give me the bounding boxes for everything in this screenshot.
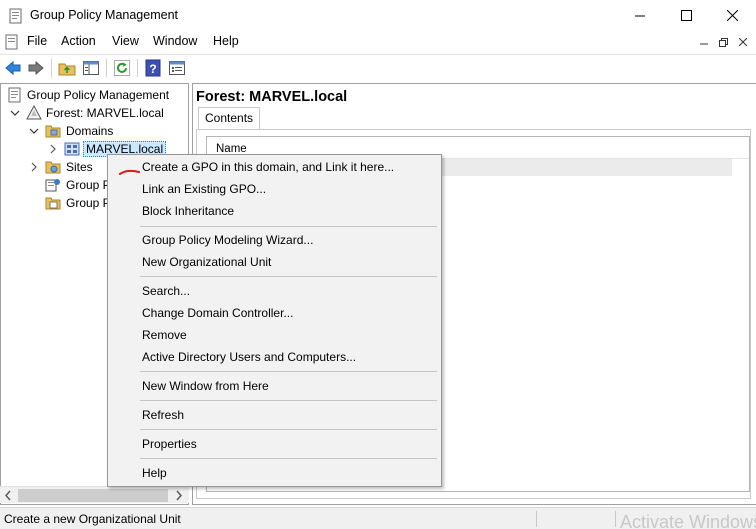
help-icon[interactable]: ? xyxy=(144,59,162,77)
scroll-left-icon[interactable] xyxy=(3,490,13,504)
ctx-new-window[interactable]: New Window from Here xyxy=(110,375,439,397)
ctx-link-existing-gpo[interactable]: Link an Existing GPO... xyxy=(110,178,439,200)
ctx-modeling-wizard[interactable]: Group Policy Modeling Wizard... xyxy=(110,229,439,251)
menu-action[interactable]: Action xyxy=(61,34,96,48)
domains-folder-icon xyxy=(45,123,61,139)
context-menu: Create a GPO in this domain, and Link it… xyxy=(107,154,442,487)
ctx-remove[interactable]: Remove xyxy=(110,324,439,346)
refresh-icon[interactable] xyxy=(113,59,131,77)
red-annotation-mark xyxy=(119,169,140,175)
child-close-button[interactable] xyxy=(736,35,750,49)
tree-label-item5: Group P xyxy=(66,196,111,210)
child-restore-button[interactable] xyxy=(716,35,730,49)
chevron-down-icon[interactable] xyxy=(29,125,39,137)
tree-label-sites: Sites xyxy=(66,160,93,174)
status-text: Create a new Organizational Unit xyxy=(4,512,181,526)
show-tree-icon[interactable] xyxy=(82,59,100,77)
status-separator xyxy=(536,511,537,527)
chevron-right-icon[interactable] xyxy=(29,161,39,173)
svg-text:?: ? xyxy=(149,62,156,76)
tree-item-root[interactable]: Group Policy Management xyxy=(1,86,186,104)
ctx-search[interactable]: Search... xyxy=(110,280,439,302)
forest-icon xyxy=(26,104,42,121)
menu-separator xyxy=(140,429,437,430)
gpmc-root-icon xyxy=(7,87,23,103)
ctx-aduc[interactable]: Active Directory Users and Computers... xyxy=(110,346,439,368)
ctx-help[interactable]: Help xyxy=(110,462,439,484)
chevron-right-icon[interactable] xyxy=(48,143,58,155)
results-folder-icon xyxy=(45,195,61,211)
domain-icon xyxy=(64,141,80,157)
tree-label-forest: Forest: MARVEL.local xyxy=(46,106,164,120)
forward-icon[interactable] xyxy=(27,59,45,77)
tree-label-domains: Domains xyxy=(66,124,114,138)
chevron-down-icon[interactable] xyxy=(10,107,20,119)
menu-window[interactable]: Window xyxy=(153,34,197,48)
tree-item-domains[interactable]: Domains xyxy=(1,122,186,140)
menu-separator xyxy=(140,400,437,401)
ctx-create-gpo-link[interactable]: Create a GPO in this domain, and Link it… xyxy=(110,156,439,178)
document-icon[interactable] xyxy=(4,34,20,50)
toolbar-separator xyxy=(137,59,138,77)
maximize-button[interactable] xyxy=(663,0,709,31)
menu-separator xyxy=(140,371,437,372)
ctx-refresh[interactable]: Refresh xyxy=(110,404,439,426)
menu-separator xyxy=(140,458,437,459)
modeling-icon xyxy=(45,177,61,193)
ctx-new-ou[interactable]: New Organizational Unit xyxy=(110,251,439,273)
ctx-properties[interactable]: Properties xyxy=(110,433,439,455)
child-minimize-button[interactable] xyxy=(697,35,711,49)
tree-label-item4: Group P xyxy=(66,178,111,192)
toolbar-separator xyxy=(106,59,107,77)
menu-separator xyxy=(140,276,437,277)
toolbar-separator xyxy=(51,59,52,77)
ctx-change-dc[interactable]: Change Domain Controller... xyxy=(110,302,439,324)
scroll-right-icon[interactable] xyxy=(174,490,184,504)
tree-item-forest[interactable]: Forest: MARVEL.local xyxy=(1,104,186,122)
close-button[interactable] xyxy=(709,0,755,31)
menu-help[interactable]: Help xyxy=(213,34,239,48)
tab-contents[interactable]: Contents xyxy=(198,107,261,130)
menu-separator xyxy=(140,226,437,227)
toolbar: ? xyxy=(0,54,756,79)
menu-file[interactable]: File xyxy=(27,34,47,48)
properties-icon[interactable] xyxy=(168,59,186,77)
window-title: Group Policy Management xyxy=(30,8,178,22)
minimize-button[interactable] xyxy=(617,0,663,31)
menu-view[interactable]: View xyxy=(112,34,139,48)
status-separator xyxy=(615,511,616,527)
back-icon[interactable] xyxy=(4,59,22,77)
horizontal-scrollbar[interactable] xyxy=(0,486,189,503)
activation-watermark: Activate Windows xyxy=(620,512,756,529)
tree-label-root: Group Policy Management xyxy=(27,88,170,102)
up-folder-icon[interactable] xyxy=(58,59,76,77)
title-bar: Group Policy Management xyxy=(0,0,756,31)
scrollbar-thumb[interactable] xyxy=(18,489,168,502)
menu-bar: File Action View Window Help xyxy=(0,31,756,53)
details-title: Forest: MARVEL.local xyxy=(196,89,348,105)
sites-folder-icon xyxy=(45,159,61,175)
gpmc-app-icon xyxy=(8,8,24,24)
ctx-block-inheritance[interactable]: Block Inheritance xyxy=(110,200,439,222)
